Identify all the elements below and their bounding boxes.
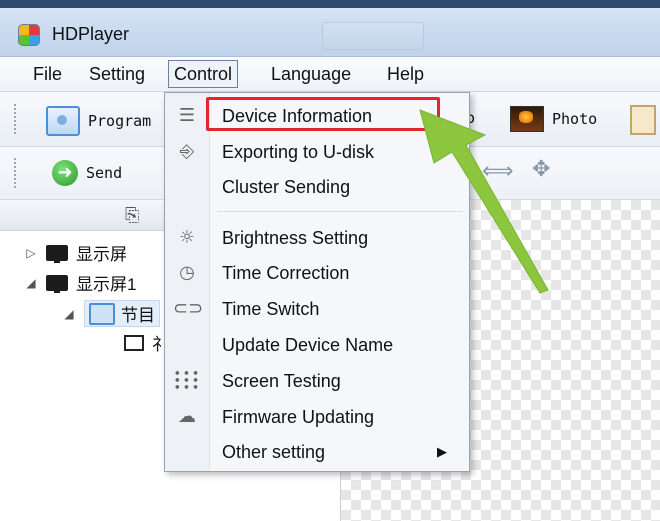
menu-language[interactable]: Language xyxy=(271,64,351,85)
list-icon: ☰ xyxy=(178,105,196,126)
copy-icon[interactable]: ⎘ xyxy=(125,205,139,226)
send-label: Send xyxy=(86,164,123,182)
program-button[interactable]: Program xyxy=(46,106,151,136)
screen-icon xyxy=(46,274,68,293)
area-icon xyxy=(124,334,144,351)
cloud-icon: ☁ xyxy=(178,406,196,427)
menu-separator xyxy=(217,211,463,212)
menu-item-cluster-sending[interactable]: Cluster Sending xyxy=(165,170,469,204)
tree-item-program-selected: 节目 xyxy=(84,300,160,327)
menu-setting[interactable]: Setting xyxy=(89,64,145,85)
usb-icon: ⎆ xyxy=(179,141,195,162)
video-icon[interactable] xyxy=(630,105,656,135)
menu-item-firmware-updating[interactable]: ☁ Firmware Updating xyxy=(165,400,469,434)
program-icon xyxy=(89,302,115,325)
tree-item-program[interactable]: ◢ 节目 xyxy=(62,300,160,327)
photo-icon xyxy=(510,106,544,132)
tree-item-label: 节目 xyxy=(121,306,155,325)
tree-item-label: 显示屏1 xyxy=(76,275,137,294)
window-top-edge xyxy=(0,0,660,8)
toolbar2-grip[interactable] xyxy=(14,158,20,188)
program-icon xyxy=(46,106,80,136)
app-logo-icon xyxy=(18,24,40,46)
window-title: HDPlayer xyxy=(52,24,130,44)
program-label: Program xyxy=(88,112,152,130)
resize-horizontal-icon[interactable]: ⟺ xyxy=(482,159,514,184)
menu-item-label: Screen Testing xyxy=(222,371,341,391)
menu-item-label: Time Correction xyxy=(222,263,350,283)
menu-item-time-correction[interactable]: ◷ Time Correction xyxy=(165,256,469,290)
tree-item-label: 显示屏 xyxy=(76,245,127,264)
collapse-arrow-icon[interactable]: ◢ xyxy=(24,276,38,290)
menu-item-exporting-to-u-disk[interactable]: ⎆ Exporting to U-disk xyxy=(165,135,469,169)
toolbar-grip[interactable] xyxy=(14,104,20,134)
menu-bar: File Setting Control Language Help xyxy=(0,57,660,92)
clock-icon: ◷ xyxy=(179,262,195,283)
collapse-arrow-icon[interactable]: ◢ xyxy=(62,307,76,321)
menu-item-time-switch[interactable]: ⊂⊃ Time Switch xyxy=(165,292,469,326)
blurred-title-tab xyxy=(322,22,424,50)
screen-icon xyxy=(46,244,68,263)
menu-item-label: Brightness Setting xyxy=(222,228,369,248)
expand-arrow-icon[interactable]: ▷ xyxy=(24,246,38,260)
menu-help[interactable]: Help xyxy=(387,64,424,85)
menu-item-brightness-setting[interactable]: ☼ Brightness Setting xyxy=(165,221,469,255)
toggle-icon: ⊂⊃ xyxy=(173,298,204,319)
menu-file[interactable]: File xyxy=(33,64,62,85)
move-icon[interactable]: ✥ xyxy=(532,157,550,182)
menu-item-label: Time Switch xyxy=(222,299,320,319)
grid-dots-icon: ∙∙∙ ∙∙∙ ∙∙∙ xyxy=(173,366,201,395)
tree-item-screen[interactable]: ▷ 显示屏 xyxy=(24,240,127,265)
menu-item-label: Other setting xyxy=(222,442,326,462)
menu-item-label: Update Device Name xyxy=(222,335,394,355)
tree-item-screen1[interactable]: ◢ 显示屏1 xyxy=(24,270,136,295)
control-dropdown-menu: ☰ Device Information ⎆ Exporting to U-di… xyxy=(164,92,470,472)
photo-label: Photo xyxy=(552,110,598,128)
submenu-arrow-icon: ▶ xyxy=(437,444,447,459)
title-bar: HDPlayer xyxy=(0,0,660,57)
menu-item-other-setting[interactable]: Other setting ▶ xyxy=(165,435,469,469)
menu-item-screen-testing[interactable]: ∙∙∙ ∙∙∙ ∙∙∙ Screen Testing xyxy=(165,364,469,398)
highlight-box-device-information xyxy=(206,97,440,131)
menu-control[interactable]: Control xyxy=(168,60,239,88)
menu-item-update-device-name[interactable]: Update Device Name xyxy=(165,328,469,362)
photo-button[interactable]: Photo xyxy=(510,106,597,132)
menu-item-label: Exporting to U-disk xyxy=(222,142,375,162)
send-button[interactable]: ➜ Send xyxy=(52,160,122,186)
bulb-icon: ☼ xyxy=(178,227,196,248)
menu-item-label: Firmware Updating xyxy=(222,407,375,427)
send-arrow-icon: ➜ xyxy=(52,160,78,186)
menu-item-label: Cluster Sending xyxy=(222,177,351,197)
tree-item-area[interactable]: 礻 xyxy=(124,330,169,355)
